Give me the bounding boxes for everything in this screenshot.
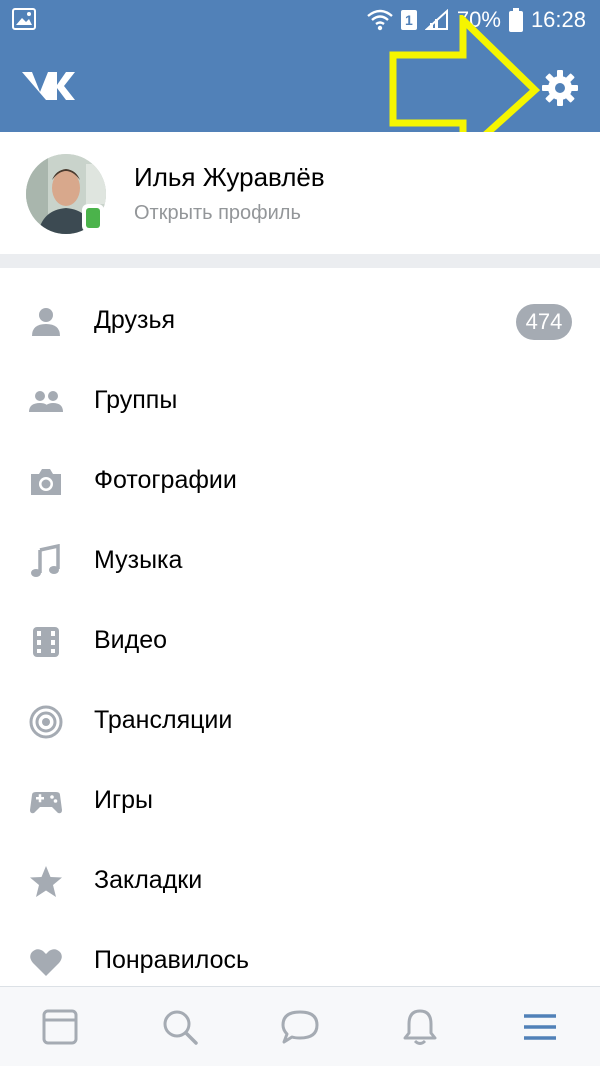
- menu-item-photos[interactable]: Фотографии: [0, 442, 600, 522]
- profile-card[interactable]: Илья Журавлёв Открыть профиль: [0, 132, 600, 255]
- menu-item-label: Группы: [94, 386, 178, 414]
- menu-item-label: Видео: [94, 626, 168, 654]
- signal-icon: [424, 9, 448, 30]
- menu-item-music[interactable]: Музыка: [0, 522, 600, 602]
- menu-item-label: Фотографии: [94, 466, 237, 494]
- broadcast-icon: [29, 705, 63, 739]
- battery-icon: [508, 8, 523, 32]
- menu-item-video[interactable]: Видео: [0, 602, 600, 682]
- friends-count-badge: 474: [516, 304, 572, 340]
- sim-icon: 1: [400, 10, 417, 30]
- menu-item-groups[interactable]: Группы: [0, 362, 600, 442]
- vk-app-screen: 1 70% 16:28 Илья Журавлёв Открыть профил…: [0, 0, 600, 1066]
- vk-logo-icon: [22, 72, 75, 100]
- section-separator: [0, 254, 600, 268]
- menu-item-label: Друзья: [94, 306, 176, 334]
- person-icon: [32, 308, 60, 336]
- app-header: [0, 40, 600, 132]
- people-icon: [29, 391, 63, 412]
- gear-icon[interactable]: [540, 68, 580, 108]
- menu-item-friends[interactable]: Друзья 474: [0, 282, 600, 362]
- status-bar: 1 70% 16:28: [0, 0, 600, 40]
- film-icon: [33, 627, 59, 657]
- menu-item-broadcasts[interactable]: Трансляции: [0, 682, 600, 762]
- open-profile-link[interactable]: Открыть профиль: [134, 202, 301, 225]
- menu-item-label: Трансляции: [94, 706, 233, 734]
- search-icon[interactable]: [160, 1007, 200, 1047]
- menu-icon[interactable]: [520, 1007, 560, 1047]
- status-time: 16:28: [530, 7, 586, 32]
- online-mobile-badge: [82, 204, 104, 232]
- camera-icon: [31, 469, 61, 495]
- notifications-icon[interactable]: [400, 1007, 440, 1047]
- feed-icon[interactable]: [40, 1007, 80, 1047]
- menu-item-games[interactable]: Игры: [0, 762, 600, 842]
- bottom-navigation: [0, 986, 600, 1066]
- star-icon: [30, 866, 62, 897]
- wifi-icon: [367, 9, 393, 31]
- main-menu: Друзья 474 Группы Фотографии Музыка Виде…: [0, 282, 600, 1002]
- gallery-icon: [12, 8, 36, 30]
- menu-item-label: Игры: [94, 786, 153, 814]
- menu-item-bookmarks[interactable]: Закладки: [0, 842, 600, 922]
- music-note-icon: [31, 544, 60, 577]
- menu-item-label: Закладки: [94, 866, 203, 894]
- messages-icon[interactable]: [280, 1007, 320, 1047]
- battery-percent: 70%: [456, 7, 501, 32]
- menu-item-label: Музыка: [94, 546, 183, 574]
- gamepad-icon: [30, 792, 62, 814]
- status-right-group: 1 70% 16:28: [367, 6, 586, 34]
- menu-item-label: Понравилось: [94, 946, 250, 974]
- heart-icon: [30, 949, 62, 976]
- profile-name[interactable]: Илья Журавлёв: [134, 162, 325, 193]
